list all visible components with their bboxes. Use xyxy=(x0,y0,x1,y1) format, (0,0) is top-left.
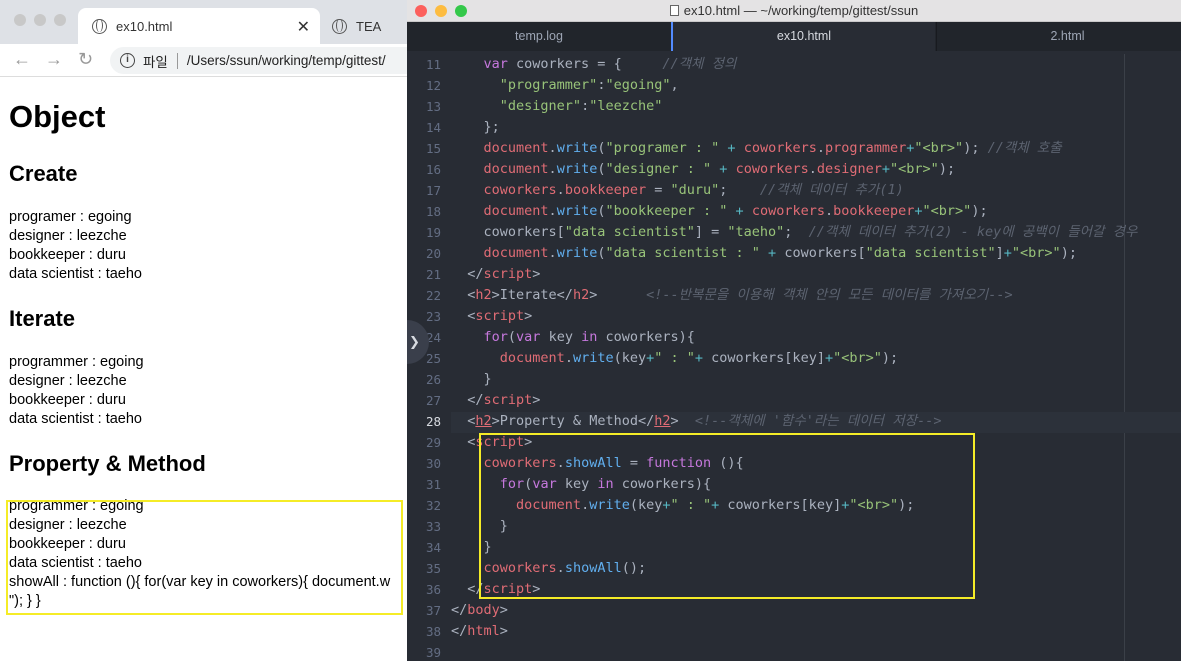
scheme-label: 파일 xyxy=(143,54,168,70)
tab-label: TEA xyxy=(356,18,382,34)
reload-icon[interactable]: ↻ xyxy=(78,49,93,70)
line-number: 30 xyxy=(425,456,441,471)
code-line: var coworkers = { //객체 정의 xyxy=(483,56,737,72)
code-line: <h2>Property & Method</h2> <!--객체에 '함수'라… xyxy=(451,413,942,429)
line-number: 23 xyxy=(425,309,441,324)
code-line: }; xyxy=(451,119,500,135)
editor-tab-ex10[interactable]: ex10.html xyxy=(673,22,935,51)
output-line: designer : leezche xyxy=(9,228,127,244)
code-line: document.write(key+" : "+ coworkers[key]… xyxy=(499,350,899,366)
globe-icon xyxy=(332,18,347,34)
window-title: ex10.html — ~/working/temp/gittest/ssun xyxy=(683,3,919,18)
info-icon[interactable]: i xyxy=(120,53,135,68)
tab-label: ex10.html xyxy=(776,29,832,43)
globe-icon xyxy=(92,18,107,34)
code-line: <script> xyxy=(451,308,533,324)
code-line: document.write("designer : " + coworkers… xyxy=(483,161,956,177)
line-number: 26 xyxy=(425,372,441,387)
line-number: 12 xyxy=(425,78,441,93)
code-line: </script> xyxy=(451,392,541,408)
line-number: 19 xyxy=(425,225,441,240)
highlight-box xyxy=(6,500,403,615)
browser-tab-tea[interactable]: TEA xyxy=(322,8,407,44)
browser-window: ex10.html ✕ TEA ← → ↻ i 파일 /Users/ssun/w… xyxy=(0,0,407,661)
section-heading: Iterate xyxy=(9,306,76,331)
line-number: 22 xyxy=(425,288,441,303)
minimize-window-button[interactable] xyxy=(34,14,46,26)
line-number: 27 xyxy=(425,393,441,408)
line-number: 38 xyxy=(425,624,441,639)
browser-toolbar: ← → ↻ i 파일 /Users/ssun/working/temp/gitt… xyxy=(0,44,407,77)
tab-label: temp.log xyxy=(515,29,563,43)
tab-label: 2.html xyxy=(1050,29,1085,43)
output-line: data scientist : taeho xyxy=(9,266,142,282)
zoom-window-button[interactable] xyxy=(54,14,66,26)
file-icon xyxy=(669,5,679,16)
close-window-button[interactable] xyxy=(415,5,427,17)
code-line: coworkers.bookkeeper = "duru"; //객체 데이터 … xyxy=(483,182,904,198)
line-number: 21 xyxy=(425,267,441,282)
browser-tab-bar: ex10.html ✕ TEA xyxy=(0,0,407,44)
output-line: data scientist : taeho xyxy=(9,411,142,427)
code-line: for(var key in coworkers){ xyxy=(483,329,695,345)
code-line: "programmer":"egoing", xyxy=(499,77,679,93)
line-number: 18 xyxy=(425,204,441,219)
line-number: 16 xyxy=(425,162,441,177)
close-window-button[interactable] xyxy=(14,14,26,26)
line-number: 25 xyxy=(425,351,441,366)
code-line: document.write("data scientist : " + cow… xyxy=(483,245,1077,261)
back-arrow-icon[interactable]: ← xyxy=(13,49,31,70)
line-number: 20 xyxy=(425,246,441,261)
code-line: </script> xyxy=(451,266,541,282)
line-number: 29 xyxy=(425,435,441,450)
line-number: 15 xyxy=(425,141,441,156)
close-tab-icon[interactable]: ✕ xyxy=(297,17,310,37)
highlight-box xyxy=(479,433,975,599)
code-line: </html> xyxy=(451,623,508,639)
line-number: 36 xyxy=(425,582,441,597)
line-number: 39 xyxy=(425,645,441,660)
tab-label: ex10.html xyxy=(116,18,173,34)
zoom-window-button[interactable] xyxy=(455,5,467,17)
page-title: Object xyxy=(9,99,106,134)
code-line: document.write("programer : " + coworker… xyxy=(483,140,1062,156)
line-number: 32 xyxy=(425,498,441,513)
minimize-window-button[interactable] xyxy=(435,5,447,17)
line-number: 28 xyxy=(425,414,441,429)
line-number: 33 xyxy=(425,519,441,534)
code-line: </body> xyxy=(451,602,508,618)
output-line: bookkeeper : duru xyxy=(9,247,126,263)
line-number: 31 xyxy=(425,477,441,492)
line-number: 37 xyxy=(425,603,441,618)
address-separator xyxy=(176,52,178,69)
section-heading: Create xyxy=(9,161,78,186)
editor-tab-temp-log[interactable]: temp.log xyxy=(407,22,671,51)
browser-tab-ex10[interactable]: ex10.html ✕ xyxy=(78,8,320,44)
address-url: /Users/ssun/working/temp/gittest/ xyxy=(186,53,386,68)
editor-window: ex10.html — ~/working/temp/gittest/ssun … xyxy=(407,0,1181,661)
section-heading: Property & Method xyxy=(9,451,206,476)
output-line: bookkeeper : duru xyxy=(9,392,126,408)
code-line: "designer":"leezche" xyxy=(499,98,663,114)
active-tab-marker xyxy=(671,22,673,51)
output-line: designer : leezche xyxy=(9,373,127,389)
output-line: programer : egoing xyxy=(9,209,132,225)
line-number: 17 xyxy=(425,183,441,198)
code-line: } xyxy=(451,371,492,387)
output-line: programmer : egoing xyxy=(9,354,144,370)
editor-titlebar: ex10.html — ~/working/temp/gittest/ssun xyxy=(407,0,1181,22)
editor-tab-bar: temp.log ex10.html 2.html xyxy=(407,22,1181,51)
code-line: document.write("bookkeeper : " + coworke… xyxy=(483,203,988,219)
editor-tab-2-html[interactable]: 2.html xyxy=(936,22,1181,51)
line-number: 11 xyxy=(425,57,441,72)
forward-arrow-icon[interactable]: → xyxy=(45,49,63,70)
address-bar[interactable]: i 파일 /Users/ssun/working/temp/gittest/ xyxy=(110,47,407,74)
code-line: coworkers["data scientist"] = "taeho"; /… xyxy=(451,224,1138,240)
line-number: 34 xyxy=(425,540,441,555)
line-number: 35 xyxy=(425,561,441,576)
line-number: 13 xyxy=(425,99,441,114)
line-number: 14 xyxy=(425,120,441,135)
code-line: <h2>Iterate</h2> <!--반복문을 이용해 객체 안의 모든 데… xyxy=(451,287,1013,303)
